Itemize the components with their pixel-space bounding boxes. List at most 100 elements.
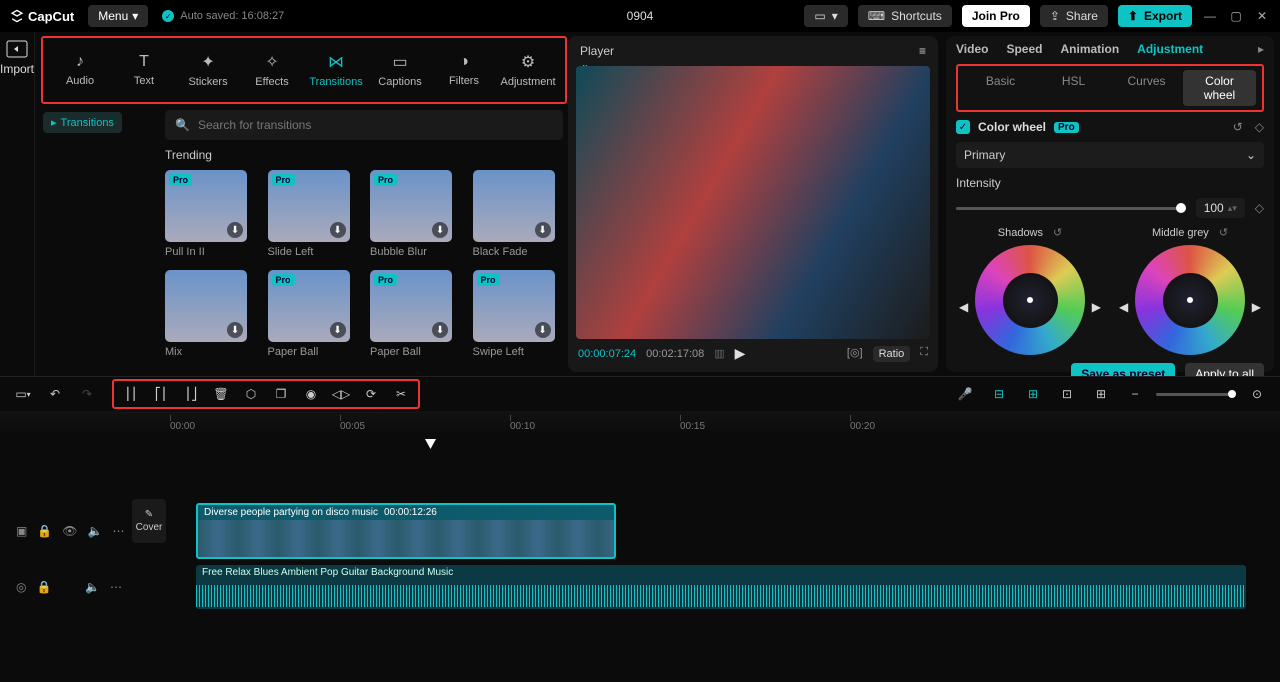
transition-thumb[interactable]: Pro⬇Slide Left xyxy=(268,170,359,258)
snap-toggle[interactable]: ⊡ xyxy=(1054,383,1080,405)
transition-thumb[interactable]: Pro⬇Bubble Blur xyxy=(370,170,461,258)
video-clip[interactable]: Diverse people partying on disco music00… xyxy=(196,503,616,559)
marker-tool[interactable]: ⬡ xyxy=(238,383,264,405)
layout-button[interactable]: ▭▾ xyxy=(804,5,847,27)
more-icon[interactable]: ⋯ xyxy=(110,580,122,594)
menu-button[interactable]: Menu ▾ xyxy=(88,5,148,27)
scale-icon[interactable]: [◎] xyxy=(847,346,863,362)
rotate-tool[interactable]: ⟳ xyxy=(358,383,384,405)
more-icon[interactable]: ⋯ xyxy=(112,524,124,538)
diamond-icon[interactable]: ◇ xyxy=(1255,120,1264,134)
delete-tool[interactable]: 🗑 xyxy=(208,383,234,405)
adjust-tab-animation[interactable]: Animation xyxy=(1060,42,1119,56)
zoom-fit-button[interactable]: ⊙ xyxy=(1244,383,1270,405)
transition-thumb[interactable]: Pro⬇Pull In II xyxy=(165,170,256,258)
track-toggle-icon[interactable]: ▣ xyxy=(16,524,27,538)
share-button[interactable]: ⇪Share xyxy=(1040,5,1108,27)
split-right-tool[interactable]: ⎮⎦ xyxy=(178,383,204,405)
adjust-tab-adjustment[interactable]: Adjustment xyxy=(1137,42,1203,56)
split-left-tool[interactable]: ⎡⎮ xyxy=(148,383,174,405)
import-button[interactable]: Import xyxy=(0,40,34,76)
transition-thumb[interactable]: Pro⬇Paper Ball xyxy=(268,270,359,358)
minimize-button[interactable]: — xyxy=(1202,8,1218,24)
download-icon[interactable]: ⬇ xyxy=(330,322,346,338)
transitions-category[interactable]: ▸ Transitions xyxy=(43,112,122,133)
undo-button[interactable]: ↶ xyxy=(42,383,68,405)
lib-tab-adjustment[interactable]: ⚙Adjustment xyxy=(501,52,555,88)
selection-tool[interactable]: ▭▾ xyxy=(10,383,36,405)
shortcuts-button[interactable]: ⌨Shortcuts xyxy=(858,5,952,27)
crop-tool[interactable]: ✂ xyxy=(388,383,414,405)
primary-dropdown[interactable]: Primary⌄ xyxy=(956,142,1264,168)
duplicate-tool[interactable]: ❐ xyxy=(268,383,294,405)
mic-button[interactable]: 🎤 xyxy=(952,383,978,405)
track-toggle-icon[interactable]: ◎ xyxy=(16,580,26,594)
colorwheel-checkbox[interactable]: ✓ xyxy=(956,120,970,134)
lib-tab-text[interactable]: TText xyxy=(117,53,171,87)
lock-icon[interactable]: 🔒 xyxy=(37,524,52,538)
tabs-more-icon[interactable]: ▸ xyxy=(1258,42,1264,56)
split-tool[interactable]: ⎮⎮ xyxy=(118,383,144,405)
play-button[interactable]: ▶ xyxy=(735,345,746,362)
lib-tab-stickers[interactable]: ✦Stickers xyxy=(181,52,235,88)
lock-icon[interactable]: 🔒 xyxy=(36,580,51,594)
export-button[interactable]: ⬆Export xyxy=(1118,5,1192,27)
adjust-subtab-basic[interactable]: Basic xyxy=(964,70,1037,106)
download-icon[interactable]: ⬇ xyxy=(432,222,448,238)
intensity-value[interactable]: 100▴▾ xyxy=(1196,198,1245,218)
reset-icon[interactable]: ↺ xyxy=(1219,226,1228,239)
ratio-button[interactable]: Ratio xyxy=(873,346,911,362)
wheel-left-arrow[interactable]: ◀ xyxy=(959,300,968,314)
shadows-colorwheel[interactable] xyxy=(975,245,1085,355)
adjust-subtab-curves[interactable]: Curves xyxy=(1110,70,1183,106)
adjust-tab-speed[interactable]: Speed xyxy=(1006,42,1042,56)
reset-icon[interactable]: ↺ xyxy=(1053,226,1062,239)
wheel-left-arrow[interactable]: ◀ xyxy=(1119,300,1128,314)
zoom-out-button[interactable]: − xyxy=(1122,383,1148,405)
intensity-slider[interactable] xyxy=(956,207,1186,210)
audio-clip[interactable]: Free Relax Blues Ambient Pop Guitar Back… xyxy=(196,565,1246,609)
reset-icon[interactable]: ↺ xyxy=(1233,120,1243,134)
transition-thumb[interactable]: Pro⬇Paper Ball xyxy=(370,270,461,358)
link-toggle[interactable]: ⊞ xyxy=(1020,383,1046,405)
wheel-right-arrow[interactable]: ▶ xyxy=(1092,300,1101,314)
lib-tab-captions[interactable]: ▭Captions xyxy=(373,52,427,88)
search-input[interactable]: 🔍 Search for transitions xyxy=(165,110,563,140)
player-menu-icon[interactable]: ≡ xyxy=(919,44,926,58)
keyframe-icon[interactable]: ◇ xyxy=(1255,201,1264,215)
download-icon[interactable]: ⬇ xyxy=(227,222,243,238)
player-viewport[interactable] xyxy=(576,66,930,339)
mute-icon[interactable]: 🔈 xyxy=(88,524,103,538)
middlegrey-colorwheel[interactable] xyxy=(1135,245,1245,355)
lib-tab-effects[interactable]: ✧Effects xyxy=(245,52,299,88)
lib-tab-filters[interactable]: ◑Filters xyxy=(437,53,491,87)
adjust-subtab-hsl[interactable]: HSL xyxy=(1037,70,1110,106)
download-icon[interactable]: ⬇ xyxy=(535,322,551,338)
eye-icon[interactable]: 👁 xyxy=(62,524,77,538)
zoom-slider[interactable] xyxy=(1156,393,1236,396)
redo-button[interactable]: ↷ xyxy=(74,383,100,405)
wheel-right-arrow[interactable]: ▶ xyxy=(1252,300,1261,314)
cover-button[interactable]: ✎ Cover xyxy=(132,499,166,543)
download-icon[interactable]: ⬇ xyxy=(227,322,243,338)
lib-tab-audio[interactable]: ♪Audio xyxy=(53,53,107,87)
mirror-tool[interactable]: ◁▷ xyxy=(328,383,354,405)
join-pro-button[interactable]: Join Pro xyxy=(962,5,1030,27)
transition-thumb[interactable]: ⬇Black Fade xyxy=(473,170,564,258)
download-icon[interactable]: ⬇ xyxy=(535,222,551,238)
download-icon[interactable]: ⬇ xyxy=(432,322,448,338)
lib-tab-transitions[interactable]: ⋈Transitions xyxy=(309,52,363,88)
adjust-subtab-color-wheel[interactable]: Color wheel xyxy=(1183,70,1256,106)
transition-thumb[interactable]: Pro⬇Swipe Left xyxy=(473,270,564,358)
magnetic-toggle[interactable]: ⊟ xyxy=(986,383,1012,405)
maximize-button[interactable]: ▢ xyxy=(1228,8,1244,24)
compare-icon[interactable]: ▥ xyxy=(714,347,724,360)
playmark-tool[interactable]: ◉ xyxy=(298,383,324,405)
adjust-tab-video[interactable]: Video xyxy=(956,42,988,56)
download-icon[interactable]: ⬇ xyxy=(330,222,346,238)
close-button[interactable]: ✕ xyxy=(1254,8,1270,24)
preview-toggle[interactable]: ⊞ xyxy=(1088,383,1114,405)
transition-thumb[interactable]: ⬇Mix xyxy=(165,270,256,358)
mute-icon[interactable]: 🔈 xyxy=(85,580,100,594)
fullscreen-icon[interactable]: ⛶ xyxy=(920,346,928,362)
